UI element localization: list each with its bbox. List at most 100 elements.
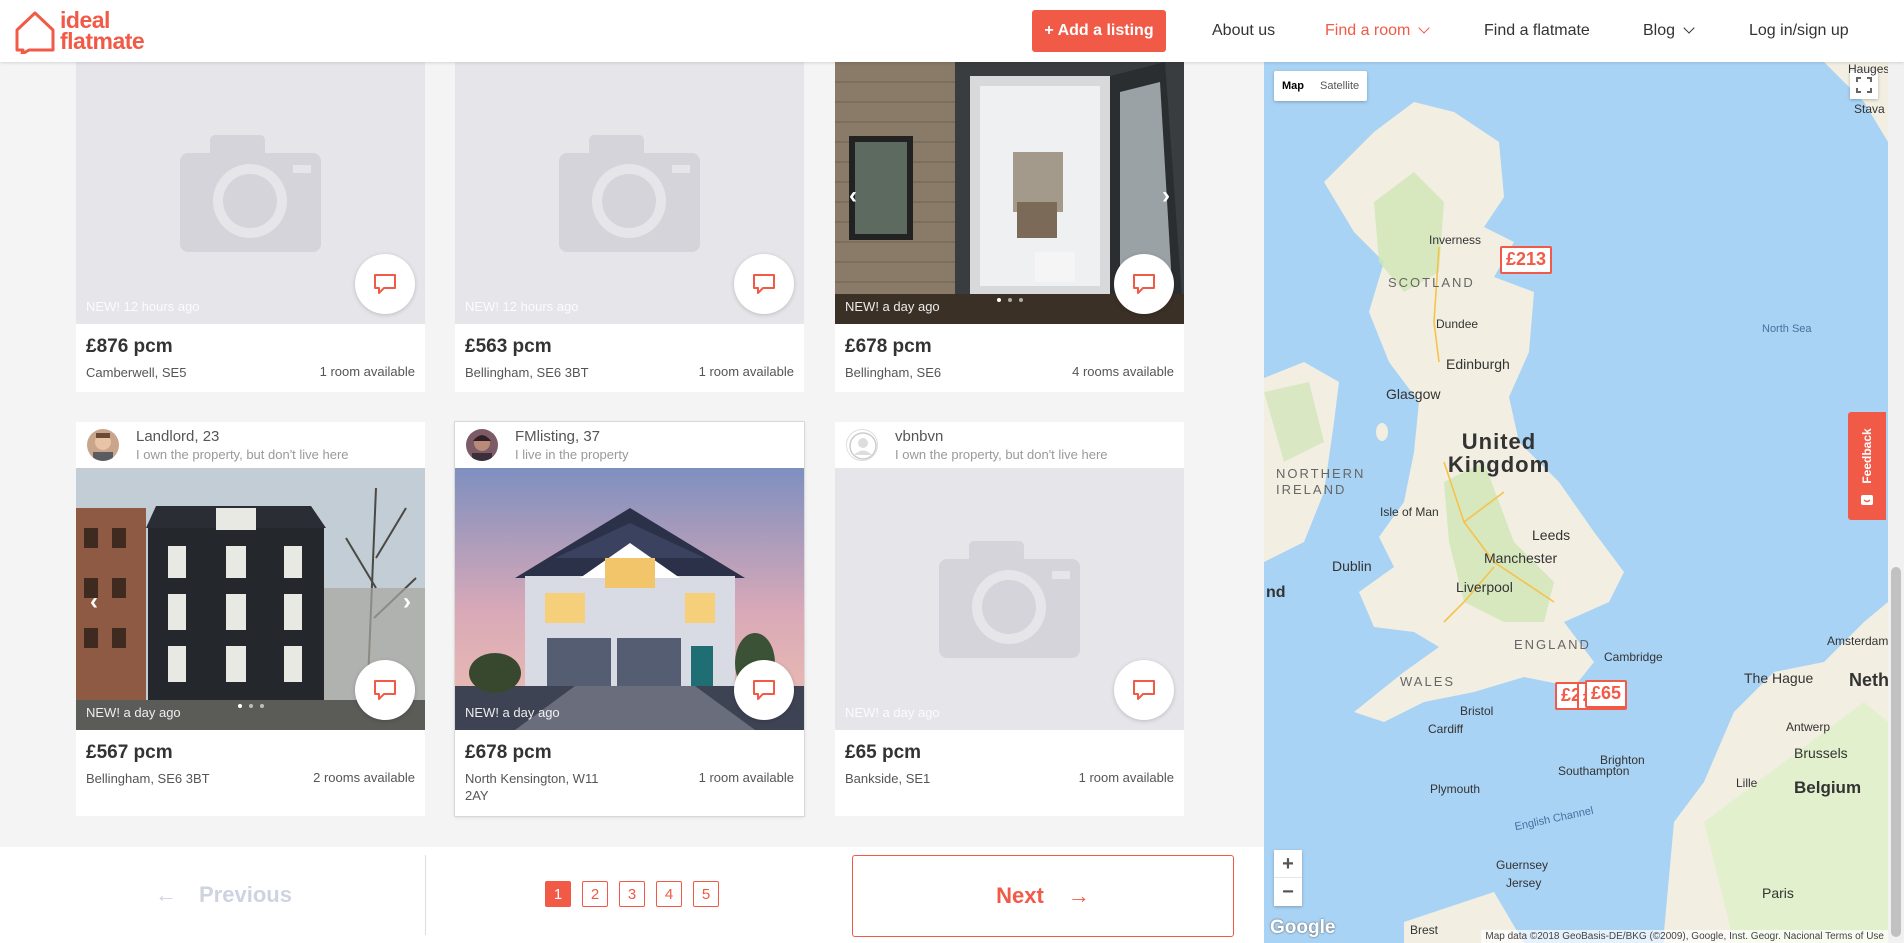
brand-line-flatmate: flatmate [60,28,145,54]
message-button[interactable] [734,660,794,720]
map-label-brighton: Brighton [1600,753,1645,767]
zoom-in-button[interactable]: + [1274,850,1302,878]
map-label-guernsey: Guernsey [1496,858,1549,872]
carousel-prev-arrow[interactable]: ‹ [849,182,857,210]
listing-photo-townhouse[interactable]: ‹ › NEW! a day ago [76,468,425,730]
map-label-stavanger: Stava [1854,102,1885,116]
next-label: Next [996,883,1044,908]
map-attribution[interactable]: Map data ©2018 GeoBasis-DE/BKG (©2009), … [1481,930,1888,943]
listing-photo-house[interactable]: NEW! a day ago [455,468,804,730]
posted-time: NEW! a day ago [845,705,940,720]
map-label-lille: Lille [1736,776,1758,790]
listing-photo-placeholder[interactable]: NEW! 12 hours ago [76,62,425,324]
feedback-label: Feedback [1860,428,1874,484]
nav-blog[interactable]: Blog [1643,22,1695,40]
site-header: ideal flatmate + Add a listing About us … [0,0,1904,62]
listing-card[interactable]: NEW! 12 hours ago £876 pcm Camberwell, S… [76,62,425,392]
map-label-england: ENGLAND [1514,637,1591,652]
scrollbar-thumb[interactable] [1891,567,1901,937]
price-marker[interactable]: £213 [1500,246,1553,274]
nav-about-us[interactable]: About us [1212,22,1275,40]
listing-price: £567 pcm [86,742,173,763]
nav-find-a-room-label: Find a room [1325,22,1411,39]
map-label-ireland-partial: nd [1266,584,1286,601]
rooms-available: 1 room available [1078,770,1174,785]
previous-button[interactable]: ← Previous [155,882,292,908]
map-label-leeds: Leeds [1532,527,1571,543]
message-button[interactable] [1114,660,1174,720]
price-marker[interactable]: £65 [1585,680,1628,708]
map-label-plymouth: Plymouth [1430,782,1481,796]
map-label-manchester: Manchester [1484,550,1558,566]
listing-price: £563 pcm [465,336,552,357]
map-label-paris: Paris [1762,885,1794,901]
chat-bubble-icon [753,680,775,700]
site-logo[interactable]: ideal flatmate [14,8,145,54]
message-button[interactable] [1114,254,1174,314]
page-2-button[interactable]: 2 [582,881,608,907]
posted-time: NEW! a day ago [465,705,560,720]
nav-find-a-flatmate[interactable]: Find a flatmate [1484,22,1590,40]
chevron-down-icon [1683,22,1695,34]
map-label-liverpool: Liverpool [1456,579,1513,595]
page-3-button[interactable]: 3 [619,881,645,907]
map-type-map[interactable]: Map [1274,71,1312,101]
chat-bubble-icon [1133,680,1155,700]
camera-icon [559,135,700,252]
page-scrollbar[interactable] [1888,62,1904,943]
map-label-cambridge: Cambridge [1604,650,1663,664]
map-label-antwerp: Antwerp [1786,720,1831,734]
chat-bubble-icon [753,274,775,294]
listing-price: £678 pcm [845,336,932,357]
owner-name: Landlord, 23 [136,428,220,445]
add-listing-button[interactable]: + Add a listing [1032,10,1166,52]
listing-photo-placeholder[interactable]: NEW! a day ago [835,468,1184,730]
map-label-jersey: Jersey [1506,876,1542,890]
chat-bubble-icon [374,680,396,700]
nav-find-a-room[interactable]: Find a room [1325,22,1431,40]
carousel-next-arrow[interactable]: › [403,588,411,616]
map-label-inverness: Inverness [1429,233,1482,247]
listing-card[interactable]: NEW! 12 hours ago £563 pcm Bellingham, S… [455,62,804,392]
chat-bubble-icon [1133,274,1155,294]
listing-photo-placeholder[interactable]: NEW! 12 hours ago [455,62,804,324]
map-label-cardiff: Cardiff [1428,722,1464,736]
carousel-dots [237,704,264,708]
owner-name: vbnbvn [895,428,944,445]
listing-location: Bellingham, SE6 [845,365,942,380]
page-4-button[interactable]: 4 [656,881,682,907]
zoom-out-button[interactable]: − [1274,878,1302,906]
next-button[interactable]: Next → [852,855,1234,937]
pagination: ← Previous 1 2 3 4 5 Next → [0,847,1264,943]
listings-map[interactable]: Map Satellite Haugesund Stava Inverness … [1264,62,1888,943]
posted-time: NEW! a day ago [845,299,940,314]
page-5-button[interactable]: 5 [693,881,719,907]
listing-card[interactable]: ‹ › NEW! a day ago £678 pcm Bellingham, … [835,62,1184,392]
listing-card[interactable]: FMlisting, 37 I live in the property NEW… [455,422,804,816]
listing-card[interactable]: vbnbvn I own the property, but don't liv… [835,422,1184,816]
carousel-next-arrow[interactable]: › [1162,182,1170,210]
map-label-northern-ireland: NORTHERN IRELAND [1276,466,1366,497]
map-label-north-sea: North Sea [1762,323,1812,335]
page-1-button[interactable]: 1 [545,881,571,907]
nav-login[interactable]: Log in/sign up [1749,22,1849,40]
zoom-control: + − [1274,850,1302,906]
message-button[interactable] [355,254,415,314]
rooms-available: 1 room available [698,770,794,785]
owner-name: FMlisting, 37 [515,428,601,445]
message-button[interactable] [355,660,415,720]
feedback-tab[interactable]: Feedback [1848,412,1886,520]
map-label-netherlands-partial: Nethe [1849,670,1888,690]
message-button[interactable] [734,254,794,314]
map-type-satellite[interactable]: Satellite [1312,71,1367,101]
map-label-brussels: Brussels [1794,745,1848,761]
smiley-chat-icon [1861,495,1873,505]
map-label-dundee: Dundee [1436,317,1479,331]
owner-status: I own the property, but don't live here [136,447,349,462]
listing-photo-kitchen[interactable]: ‹ › NEW! a day ago [835,62,1184,324]
previous-label: Previous [199,882,292,907]
brand-name: ideal flatmate [60,9,145,54]
carousel-prev-arrow[interactable]: ‹ [90,588,98,616]
listing-card[interactable]: Landlord, 23 I own the property, but don… [76,422,425,816]
map-label-wales: WALES [1400,674,1456,689]
